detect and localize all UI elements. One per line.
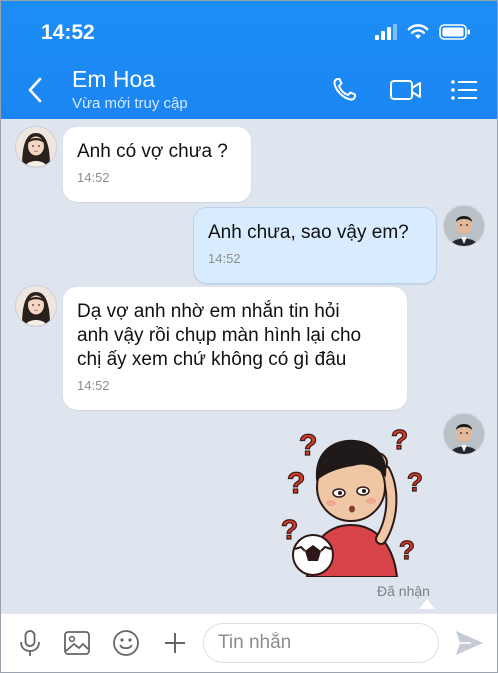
message-text: Anh có vợ chưa ? [77,141,228,162]
plus-icon [165,633,185,653]
composer-bar [1,613,497,672]
woman-avatar-icon [16,286,56,326]
composer-pointer [419,599,435,609]
svg-text:?: ? [391,424,408,455]
sticker-image: ? ? ? ? ? ? [280,423,423,578]
photo-button[interactable] [62,628,92,658]
svg-text:?: ? [399,535,415,565]
battery-icon [439,24,470,40]
svg-text:?: ? [287,467,305,500]
emoji-icon [113,630,139,656]
signal-icon [375,24,397,40]
microphone-icon [20,630,40,656]
contact-avatar[interactable] [15,285,57,327]
send-icon [456,631,483,655]
send-button[interactable] [453,628,485,658]
chat-screen: 14:52 Em Hoa Vừa mới truy cập Anh có vợ … [0,0,498,673]
message-time: 14:52 [77,170,110,185]
contact-name[interactable]: Em Hoa [72,66,155,93]
svg-text:?: ? [407,467,423,497]
phone-icon [333,78,356,101]
confused-boy-sticker[interactable]: ? ? ? ? ? ? [269,421,425,578]
message-line: chị ấy xem chứ không có gì đâu [77,349,347,370]
chat-header: 14:52 Em Hoa Vừa mới truy cập [1,1,497,119]
emoji-button[interactable] [111,628,141,658]
svg-text:?: ? [299,429,317,462]
message-line: Dạ vợ anh nhờ em nhắn tin hỏi [77,301,340,322]
back-button[interactable] [23,75,49,105]
message-time: 14:52 [208,251,241,266]
incoming-message[interactable]: Dạ vợ anh nhờ em nhắn tin hỏi anh vậy rồ… [63,287,407,410]
video-call-button[interactable] [389,75,423,105]
message-text: Anh chưa, sao vậy em? [208,222,409,243]
back-chevron-icon [28,77,42,103]
my-avatar[interactable] [443,205,485,247]
contact-avatar[interactable] [15,126,57,168]
image-icon [64,631,90,655]
woman-avatar-icon [16,127,56,167]
more-attachments-button[interactable] [160,628,190,658]
call-button[interactable] [329,75,361,105]
menu-list-icon [451,80,477,100]
message-input[interactable] [203,623,439,663]
incoming-message[interactable]: Anh có vợ chưa ? 14:52 [63,127,251,202]
svg-text:?: ? [281,514,298,545]
outgoing-message[interactable]: Anh chưa, sao vậy em? 14:52 [193,207,437,284]
status-time: 14:52 [41,21,95,44]
video-camera-icon [390,80,421,100]
message-time: 14:52 [77,378,110,393]
man-avatar-icon [444,414,484,454]
presence-status: Vừa mới truy cập [72,95,188,112]
voice-button[interactable] [15,628,45,658]
man-avatar-icon [444,206,484,246]
status-icons [375,23,471,41]
options-button[interactable] [449,75,479,105]
message-line: anh vậy rồi chụp màn hình lại cho [77,325,362,346]
message-list[interactable]: Anh có vợ chưa ? 14:52 Anh chưa, sao vậy… [1,119,497,613]
wifi-icon [407,24,429,39]
delivery-status: Đã nhận [377,583,430,599]
my-avatar[interactable] [443,413,485,455]
